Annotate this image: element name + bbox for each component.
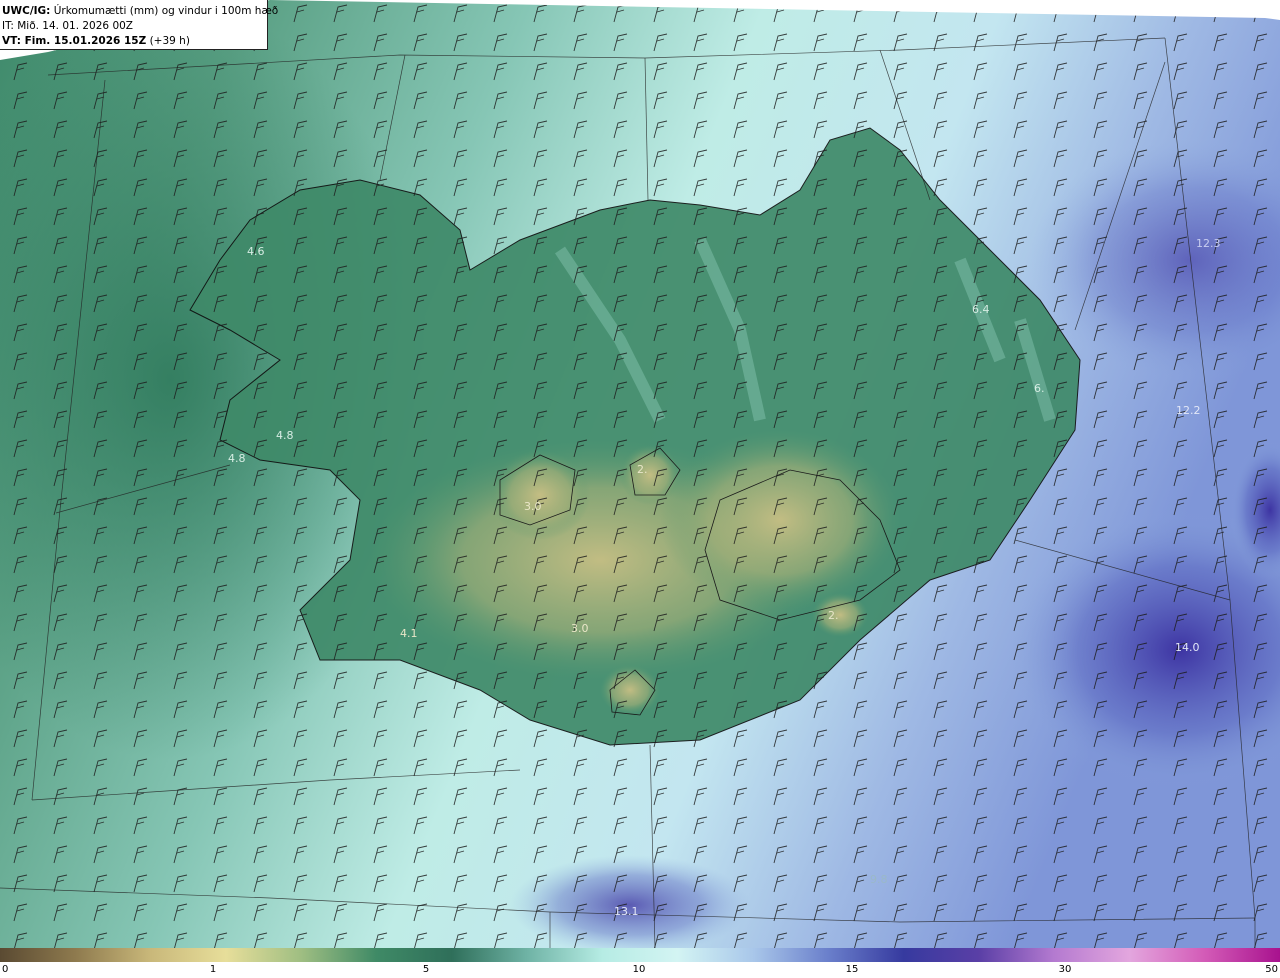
value-label: 12.3 [1196,237,1221,250]
forecast-lead: (+39 h) [146,35,190,47]
value-label: 2. [637,463,648,476]
value-label: 13.1 [614,905,639,918]
precipitation-colorbar [0,948,1280,962]
init-time: IT: Mið. 14. 01. 2026 00Z [2,20,133,32]
valid-time-row: VT: Fim. 15.01.2026 15Z (+39 h) [2,34,267,49]
value-label: 4.8 [276,429,294,442]
value-label: 3.0 [571,622,589,635]
colorbar-tick-label: 5 [422,964,430,975]
value-label: 6.4 [972,303,990,316]
map-info-header: UWC/IG: Úrkomumætti (mm) og vindur i 100… [0,0,278,50]
value-label: 4.1 [400,627,418,640]
colorbar-tick-label: 15 [845,964,859,975]
value-label: 4.6 [247,245,265,258]
colorbar-tick-label: 30 [1058,964,1072,975]
product-code: UWC/IG: [2,5,51,17]
header-title-row: UWC/IG: Úrkomumætti (mm) og vindur i 100… [2,4,278,19]
product-title: Úrkomumætti (mm) og vindur i 100m hæð [50,5,279,17]
value-label: 4.8 [228,452,246,465]
value-label: 9.8 [870,873,888,886]
colorbar-tick-label: 0 [2,964,9,975]
colorbar-tick-label: 10 [632,964,646,975]
value-label: 2. [828,609,839,622]
value-label: 12.2 [1176,404,1201,417]
colorbar-tick-label: 50 [1265,964,1278,975]
colorbar-tick-label: 1 [209,964,217,975]
value-label: 3.0 [524,500,542,513]
value-label: 14.0 [1175,641,1200,654]
value-label: 6. [1034,382,1045,395]
valid-time: VT: Fim. 15.01.2026 15Z [2,35,147,47]
